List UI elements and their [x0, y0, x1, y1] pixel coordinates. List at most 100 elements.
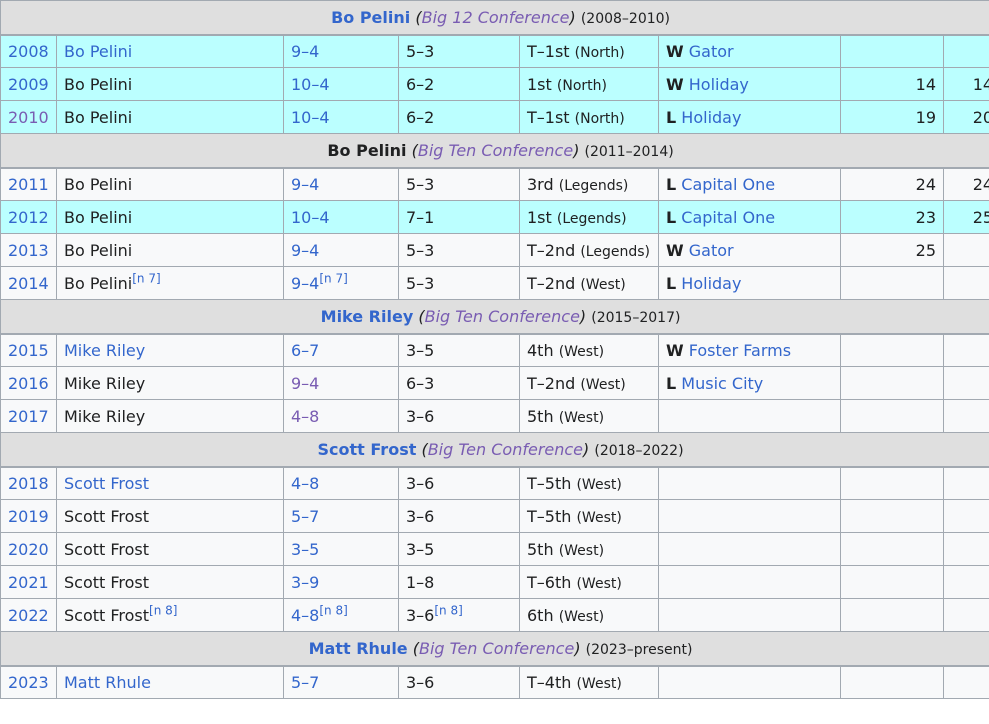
year-link[interactable]: 2021: [8, 573, 49, 592]
year-link[interactable]: 2023: [8, 673, 49, 692]
footnote-ref[interactable]: [n 8]: [434, 603, 462, 617]
year-link[interactable]: 2018: [8, 474, 49, 493]
overall-record-link[interactable]: 5–7: [291, 507, 319, 526]
bowl-cell: [658, 499, 841, 533]
overall-record-link[interactable]: 10–4: [291, 208, 330, 227]
year-link[interactable]: 2010: [8, 108, 49, 127]
ap-rank-cell: [942, 266, 989, 300]
year-link[interactable]: 2009: [8, 75, 49, 94]
coach-name: Bo Pelini: [64, 207, 133, 227]
coach-header-cell: Bo Pelini (Big Ten Conference) (2011–201…: [0, 133, 989, 169]
overall-record-link[interactable]: 10–4: [291, 108, 330, 127]
conference-link[interactable]: Big Ten Conference: [418, 141, 573, 160]
year-link[interactable]: 2011: [8, 175, 49, 194]
coach-header-row: Mike Riley (Big Ten Conference) (2015–20…: [0, 299, 989, 335]
overall-record-link[interactable]: 6–7: [291, 341, 319, 360]
bowl-cell: [658, 565, 841, 599]
coaches-rank-cell: [840, 466, 944, 500]
coaches-rank: 19: [915, 107, 936, 127]
coach-name[interactable]: Matt Rhule: [64, 673, 151, 692]
overall-record-link[interactable]: 4–8: [291, 606, 319, 625]
year-link[interactable]: 2012: [8, 208, 49, 227]
tenure-years: (2008–2010): [580, 10, 671, 27]
division: (West): [558, 608, 605, 625]
footnote-ref[interactable]: [n 8]: [149, 603, 177, 617]
coach-header-name[interactable]: Mike Riley: [321, 307, 414, 326]
coaching-records-table: Bo Pelini (Big 12 Conference) (2008–2010…: [0, 0, 989, 699]
coach-name[interactable]: Mike Riley: [64, 341, 145, 360]
year-cell: 2009: [0, 67, 57, 101]
year-link[interactable]: 2019: [8, 507, 49, 526]
overall-record-link[interactable]: 4–8: [291, 474, 319, 493]
conference-record: 3–6: [406, 672, 435, 692]
standing-cell: T–2nd (Legends): [519, 233, 659, 267]
coach-name[interactable]: Bo Pelini: [64, 42, 132, 61]
conference-link[interactable]: Big 12 Conference: [422, 8, 570, 27]
bowl-link[interactable]: Holiday: [689, 75, 749, 94]
year-link[interactable]: 2014: [8, 274, 49, 293]
bowl-link[interactable]: Holiday: [681, 274, 741, 293]
overall-record-link[interactable]: 9–4: [291, 274, 319, 293]
bowl-cell: W Gator: [658, 34, 841, 68]
bowl-link[interactable]: Capital One: [681, 175, 775, 194]
standing-cell: T–1st (North): [519, 34, 659, 68]
footnote-ref[interactable]: [n 8]: [319, 603, 347, 617]
year-link[interactable]: 2015: [8, 341, 49, 360]
overall-record-link[interactable]: 10–4: [291, 75, 330, 94]
overall-cell: 3–9: [283, 565, 399, 599]
overall-record-link[interactable]: 3–9: [291, 573, 319, 592]
year-link[interactable]: 2020: [8, 540, 49, 559]
overall-record-link[interactable]: 9–4: [291, 241, 319, 260]
bowl-link[interactable]: Holiday: [681, 108, 741, 127]
bowl-link[interactable]: Capital One: [681, 208, 775, 227]
conference-record: 5–3: [406, 240, 435, 260]
overall-record-link[interactable]: 9–4: [291, 374, 319, 393]
conference-link[interactable]: Big Ten Conference: [428, 440, 583, 459]
coach-name: Mike Riley: [64, 406, 146, 426]
season-row: 2014 Bo Pelini[n 7] 9–4[n 7] 5–3 T–2nd (West…: [0, 266, 989, 300]
coach-header-cell: Mike Riley (Big Ten Conference) (2015–20…: [0, 299, 989, 335]
division: (West): [558, 409, 605, 426]
division: (West): [558, 542, 605, 559]
overall-record-link[interactable]: 9–4: [291, 175, 319, 194]
coach-name: Bo Pelini: [64, 74, 133, 94]
standing-cell: 3rd (Legends): [519, 167, 659, 201]
coaches-rank-cell: [840, 333, 944, 367]
overall-cell: 4–8[n 8]: [283, 598, 399, 632]
conference-link[interactable]: Big Ten Conference: [425, 307, 580, 326]
bowl-link[interactable]: Gator: [689, 42, 734, 61]
year-link[interactable]: 2013: [8, 241, 49, 260]
ap-rank-cell: [942, 366, 989, 400]
conference-record-cell: 6–2: [398, 67, 520, 101]
paren-close: ): [569, 7, 576, 27]
overall-record-link[interactable]: 4–8: [291, 407, 319, 426]
standing: 3rd: [527, 174, 554, 194]
year-cell: 2013: [0, 233, 57, 267]
footnote-ref[interactable]: [n 7]: [319, 271, 347, 285]
year-link[interactable]: 2016: [8, 374, 49, 393]
conference-record: 7–1: [406, 207, 435, 227]
bowl-result: W: [666, 240, 684, 260]
bowl-link[interactable]: Foster Farms: [689, 341, 791, 360]
standing: 1st: [527, 207, 552, 227]
bowl-link[interactable]: Music City: [681, 374, 763, 393]
year-link[interactable]: 2022: [8, 606, 49, 625]
overall-cell: 3–5: [283, 532, 399, 566]
conference-record-cell: 3–6: [398, 499, 520, 533]
overall-record-link[interactable]: 9–4: [291, 42, 319, 61]
bowl-link[interactable]: Gator: [689, 241, 734, 260]
coach-header-name[interactable]: Scott Frost: [318, 440, 417, 459]
overall-record-link[interactable]: 5–7: [291, 673, 319, 692]
footnote-ref[interactable]: [n 7]: [132, 271, 160, 285]
coach-header-name[interactable]: Bo Pelini: [331, 8, 410, 27]
year-link[interactable]: 2017: [8, 407, 49, 426]
coach-header-name[interactable]: Matt Rhule: [309, 639, 408, 658]
coach-cell: Bo Pelini: [56, 100, 284, 134]
overall-record-link[interactable]: 3–5: [291, 540, 319, 559]
coach-name[interactable]: Scott Frost: [64, 474, 149, 493]
conference-link[interactable]: Big Ten Conference: [419, 639, 574, 658]
conference-record: 3–6: [406, 506, 435, 526]
year-link[interactable]: 2008: [8, 42, 49, 61]
tenure-years: (2018–2022): [594, 442, 684, 459]
table-body: Bo Pelini (Big 12 Conference) (2008–2010…: [0, 0, 989, 699]
